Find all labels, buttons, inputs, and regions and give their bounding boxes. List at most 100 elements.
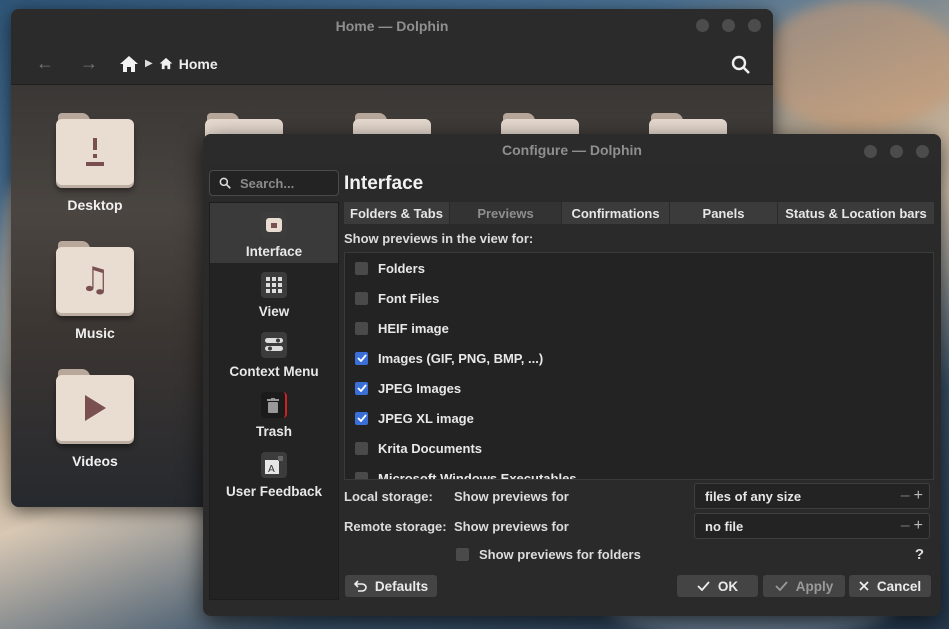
list-item[interactable]: HEIF image xyxy=(345,313,933,343)
home-small-icon xyxy=(159,57,173,70)
plus-icon[interactable]: + xyxy=(914,517,923,535)
ok-button[interactable]: OK xyxy=(677,575,758,597)
settings-page: Interface Folders & Tabs Previews Confir… xyxy=(344,170,934,563)
place-label: Music xyxy=(75,325,115,341)
local-storage-sublabel: Show previews for xyxy=(454,488,569,504)
plus-icon[interactable]: + xyxy=(914,487,923,505)
forward-arrow-icon[interactable]: → xyxy=(75,50,103,78)
minus-icon[interactable]: – xyxy=(901,487,910,505)
checkbox[interactable] xyxy=(355,261,368,275)
search-placeholder: Search... xyxy=(240,175,295,191)
breadcrumb[interactable]: ▶ Home xyxy=(119,55,218,73)
breadcrumb-home-label[interactable]: Home xyxy=(179,56,218,72)
sidebar-item-label: Interface xyxy=(245,244,303,259)
checkbox-checked[interactable] xyxy=(355,411,368,425)
close-button[interactable] xyxy=(748,19,761,32)
remote-storage-sublabel: Show previews for xyxy=(454,518,569,534)
list-item[interactable]: Folders xyxy=(345,253,933,283)
sidebar-item-interface[interactable]: Interface xyxy=(210,203,338,263)
sidebar-item-label: Context Menu xyxy=(229,364,319,379)
list-item[interactable]: Images (GIF, PNG, BMP, ...) xyxy=(345,343,933,373)
place-desktop[interactable]: Desktop xyxy=(35,113,155,213)
list-item[interactable]: Krita Documents xyxy=(345,433,933,463)
checkmark-icon xyxy=(356,384,367,392)
list-item[interactable]: JPEG Images xyxy=(345,373,933,403)
checkbox-checked[interactable] xyxy=(355,351,368,365)
checkbox[interactable] xyxy=(355,471,368,479)
window-title: Home — Dolphin xyxy=(335,18,449,34)
list-item-label: Krita Documents xyxy=(378,440,483,456)
sidebar-item-label: User Feedback xyxy=(225,484,323,499)
list-item-label: Folders xyxy=(378,260,425,276)
checkbox-checked[interactable] xyxy=(355,381,368,395)
list-item-label: JPEG XL image xyxy=(378,410,474,426)
tab-folders-tabs[interactable]: Folders & Tabs xyxy=(344,202,450,224)
sidebar-item-view[interactable]: View xyxy=(210,263,338,323)
back-arrow-icon[interactable]: ← xyxy=(31,50,59,78)
list-item-label: Microsoft Windows Executables xyxy=(378,470,577,480)
tab-status-location-bars[interactable]: Status & Location bars xyxy=(778,202,934,224)
list-item-label: JPEG Images xyxy=(378,380,462,396)
tab-panels[interactable]: Panels xyxy=(670,202,778,224)
maximize-button[interactable] xyxy=(722,19,735,32)
minus-icon[interactable]: – xyxy=(901,517,910,535)
minimize-button[interactable] xyxy=(864,145,877,158)
show-folder-previews-checkbox[interactable] xyxy=(456,547,469,561)
chevron-right-icon: ▶ xyxy=(145,58,153,69)
local-storage-row: Local storage: Show previews for files o… xyxy=(344,483,934,509)
preview-types-list[interactable]: Folders Font Files HEIF image Images (GI… xyxy=(344,252,934,480)
checkbox[interactable] xyxy=(355,321,368,335)
toolbar: ← → ▶ Home xyxy=(11,43,773,85)
checkmark-icon xyxy=(356,354,367,362)
tab-confirmations[interactable]: Confirmations xyxy=(562,202,670,224)
list-item[interactable]: Font Files xyxy=(345,283,933,313)
feedback-icon: A xyxy=(261,452,287,478)
list-item[interactable]: JPEG XL image xyxy=(345,403,933,433)
maximize-button[interactable] xyxy=(890,145,903,158)
list-item-label: Font Files xyxy=(378,290,440,306)
video-folder-icon xyxy=(56,369,134,445)
defaults-button[interactable]: Defaults xyxy=(345,575,437,597)
show-folder-previews-row: Show previews for folders ? xyxy=(344,541,934,567)
checkbox[interactable] xyxy=(355,291,368,305)
tab-bar: Folders & Tabs Previews Confirmations Pa… xyxy=(344,202,934,224)
list-item-label: Images (GIF, PNG, BMP, ...) xyxy=(378,350,544,366)
remote-storage-label: Remote storage: xyxy=(344,518,447,534)
cancel-button[interactable]: Cancel xyxy=(849,575,931,597)
checkbox[interactable] xyxy=(355,441,368,455)
music-folder-icon: ♫ xyxy=(56,241,134,317)
sidebar-item-trash[interactable]: Trash xyxy=(210,383,338,443)
sidebar-item-label: Trash xyxy=(255,424,293,439)
search-field[interactable]: Search... xyxy=(209,170,339,196)
home-icon[interactable] xyxy=(119,55,139,73)
apply-label: Apply xyxy=(795,578,834,594)
sidebar-item-label: View xyxy=(258,304,290,319)
local-storage-size-spinbox[interactable]: files of any size – + xyxy=(694,483,930,509)
sidebar-item-user-feedback[interactable]: A User Feedback xyxy=(210,443,338,503)
check-icon xyxy=(775,581,788,591)
place-label: Videos xyxy=(72,453,118,469)
close-button[interactable] xyxy=(916,145,929,158)
previews-section-label: Show previews in the view for: xyxy=(344,231,534,246)
place-music[interactable]: ♫ Music xyxy=(35,241,155,341)
grid-icon xyxy=(261,272,287,298)
list-item[interactable]: Microsoft Windows Executables xyxy=(345,463,933,480)
remote-storage-size-spinbox[interactable]: no file – + xyxy=(694,513,930,539)
configure-dialog: Configure — Dolphin Search... Interface … xyxy=(203,134,941,616)
place-videos[interactable]: Videos xyxy=(35,369,155,469)
apply-button[interactable]: Apply xyxy=(763,575,845,597)
help-icon[interactable]: ? xyxy=(915,546,924,563)
page-title: Interface xyxy=(344,173,424,194)
close-x-icon xyxy=(859,581,869,591)
defaults-label: Defaults xyxy=(374,578,429,594)
sidebar-item-context-menu[interactable]: Context Menu xyxy=(210,323,338,383)
dialog-title: Configure — Dolphin xyxy=(502,142,642,158)
minimize-button[interactable] xyxy=(696,19,709,32)
dialog-titlebar: Configure — Dolphin xyxy=(203,134,941,166)
desktop-folder-icon xyxy=(56,113,134,189)
category-list: Interface View Context Menu Trash A User… xyxy=(209,202,339,600)
cancel-label: Cancel xyxy=(876,578,922,594)
search-icon[interactable] xyxy=(729,53,753,77)
local-storage-label: Local storage: xyxy=(344,488,433,504)
tab-previews[interactable]: Previews xyxy=(450,202,562,224)
